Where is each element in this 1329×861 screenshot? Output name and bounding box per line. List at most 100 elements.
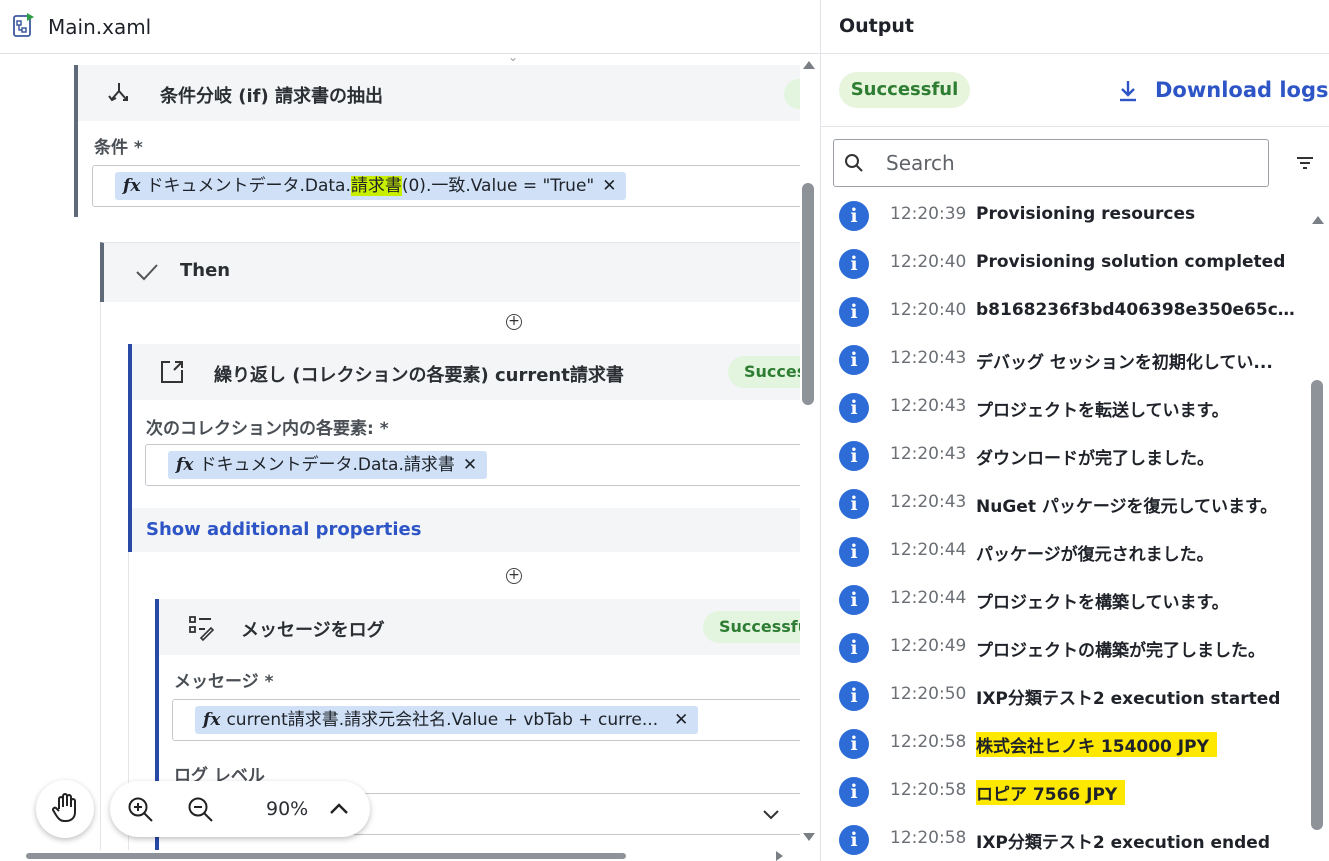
file-header: Main.xaml [0,0,820,54]
info-icon: i [839,633,869,663]
zoom-toolbar: 90% [110,781,370,837]
scroll-thumb[interactable] [802,183,814,405]
log-time: 12:20:44 [890,540,967,560]
hand-icon [52,793,76,822]
add-activity-plus-icon[interactable]: + [506,314,522,330]
output-title: Output [839,15,914,37]
message-expression-chip[interactable]: fx current請求書.請求元会社名.Value + vbTab + curr… [195,706,699,734]
app-window: Main.xaml ⌄ 条件分岐 (if) 請求書の抽出 条件 * fx ドキュ… [0,0,1329,861]
foreach-activity-title: 繰り返し (コレクションの各要素) current請求書 [214,365,624,386]
fx-icon: fx [123,176,141,196]
collection-label: 次のコレクション内の各要素: * [146,419,389,439]
if-activity[interactable]: 条件分岐 (if) 請求書の抽出 条件 * fx ドキュメントデータ.Data.請… [74,65,800,217]
zoom-out-icon[interactable] [186,795,214,823]
collection-expression-chip[interactable]: fx ドキュメントデータ.Data.請求書 ✕ [168,451,488,479]
show-additional-properties-link[interactable]: Show additional properties [146,519,421,540]
log-row[interactable]: i 12:20:43 デバッグ セッションを初期化してい... [821,339,1307,387]
download-icon [1120,81,1136,102]
log-row[interactable]: i 12:20:40 Provisioning solution completed [821,243,1307,291]
log-time: 12:20:39 [890,204,967,224]
search-icon [845,154,863,172]
log-message: プロジェクトの構築が完了しました。 [976,641,1265,661]
zoom-level[interactable]: 90% [266,798,308,820]
divider [821,53,1329,54]
if-status-badge [784,79,800,109]
fx-icon: fx [176,455,194,475]
search-input[interactable] [886,148,1256,178]
collection-field[interactable]: fx ドキュメントデータ.Data.請求書 ✕ [145,444,800,486]
message-field[interactable]: fx current請求書.請求元会社名.Value + vbTab + curr… [172,699,800,741]
log-message: Provisioning resources [976,204,1196,224]
log-message: ロピア 7566 JPY [976,780,1126,805]
if-branch-icon [108,83,128,102]
designer-horizontal-scrollbar[interactable] [0,850,800,861]
file-title: Main.xaml [48,15,152,39]
chevron-up-icon[interactable] [328,798,350,820]
log-time: 12:20:49 [890,636,967,656]
info-icon: i [839,345,869,375]
scroll-right-arrow-icon[interactable] [776,851,783,861]
show-additional-properties[interactable]: Show additional properties [132,508,800,552]
log-row[interactable]: i 12:20:44 プロジェクトを構築しています。 [821,579,1307,627]
scroll-thumb[interactable] [26,853,626,859]
condition-field[interactable]: fx ドキュメントデータ.Data.請求書(0).一致.Value = "True… [92,165,800,207]
log-activity-header[interactable]: メッセージをログ Successful [159,599,800,655]
condition-expression-start: ドキュメントデータ.Data. [146,176,351,196]
log-time: 12:20:58 [890,828,967,848]
then-rail [100,302,101,850]
clear-condition-icon[interactable]: ✕ [602,176,616,196]
then-block-header[interactable]: Then [100,242,800,302]
log-row[interactable]: i 12:20:58 ロピア 7566 JPY [821,771,1307,819]
log-search-field[interactable] [833,139,1269,187]
scroll-thumb[interactable] [1311,380,1323,830]
log-row[interactable]: i 12:20:43 ダウンロードが完了しました。 [821,435,1307,483]
log-row[interactable]: i 12:20:39 Provisioning resources [821,196,1307,243]
log-row[interactable]: i 12:20:58 IXP分類テスト2 execution ended [821,819,1307,861]
designer-vertical-scrollbar[interactable] [800,55,818,850]
add-activity-plus-icon[interactable]: + [506,568,522,584]
output-vertical-scrollbar[interactable] [1307,210,1329,861]
info-icon: i [839,585,869,615]
designer-canvas[interactable]: ⌄ 条件分岐 (if) 請求書の抽出 条件 * fx ドキュメントデータ.Data… [0,55,800,850]
chevron-down-icon[interactable] [762,808,780,822]
filter-icon[interactable] [1295,155,1315,171]
info-icon: i [839,489,869,519]
pan-hand-button[interactable] [36,780,94,838]
log-row[interactable]: i 12:20:43 NuGet パッケージを復元しています。 [821,483,1307,531]
log-row[interactable]: i 12:20:44 パッケージが復元されました。 [821,531,1307,579]
log-message: ダウンロードが完了しました。 [976,449,1214,469]
log-message: Provisioning solution completed [976,252,1286,272]
checkmark-icon [136,264,158,281]
clear-message-icon[interactable]: ✕ [674,710,688,730]
scroll-up-arrow-icon[interactable] [1312,216,1324,224]
log-row[interactable]: i 12:20:49 プロジェクトの構築が完了しました。 [821,627,1307,675]
log-message: デバッグ セッションを初期化してい... [976,353,1273,373]
condition-expression-chip[interactable]: fx ドキュメントデータ.Data.請求書(0).一致.Value = "True… [115,172,627,200]
scroll-down-arrow-icon[interactable] [803,833,815,841]
log-row[interactable]: i 12:20:50 IXP分類テスト2 execution started [821,675,1307,723]
log-message: IXP分類テスト2 execution started [976,689,1281,709]
log-row[interactable]: i 12:20:43 プロジェクトを転送しています。 [821,387,1307,435]
message-label: メッセージ * [174,672,274,692]
zoom-in-icon[interactable] [126,795,154,823]
info-icon: i [839,537,869,567]
foreach-status-badge: Successful [728,356,800,388]
clear-collection-icon[interactable]: ✕ [463,455,477,475]
connector-arrow-icon: ⌄ [507,55,519,64]
scroll-up-arrow-icon[interactable] [803,61,815,69]
log-message: パッケージが復元されました。 [976,545,1214,565]
log-time: 12:20:40 [890,252,967,272]
log-row[interactable]: i 12:20:40 b8168236f3bd406398e350e65cc28..… [821,291,1307,339]
if-activity-title: 条件分岐 (if) 請求書の抽出 [160,86,383,107]
if-activity-header[interactable]: 条件分岐 (if) 請求書の抽出 [78,65,800,121]
info-icon: i [839,729,869,759]
log-activity-title: メッセージをログ [241,620,385,641]
foreach-activity[interactable]: 繰り返し (コレクションの各要素) current請求書 Successful … [128,344,800,552]
log-row[interactable]: i 12:20:58 株式会社ヒノキ 154000 JPY [821,723,1307,771]
log-message: プロジェクトを構築しています。 [976,593,1229,613]
log-time: 12:20:40 [890,300,967,320]
log-list[interactable]: i 12:20:39 Provisioning resources i 12:20:40… [821,196,1307,861]
log-message: プロジェクトを転送しています。 [976,401,1229,421]
log-time: 12:20:58 [890,732,967,752]
foreach-activity-header[interactable]: 繰り返し (コレクションの各要素) current請求書 Successful [132,344,800,400]
